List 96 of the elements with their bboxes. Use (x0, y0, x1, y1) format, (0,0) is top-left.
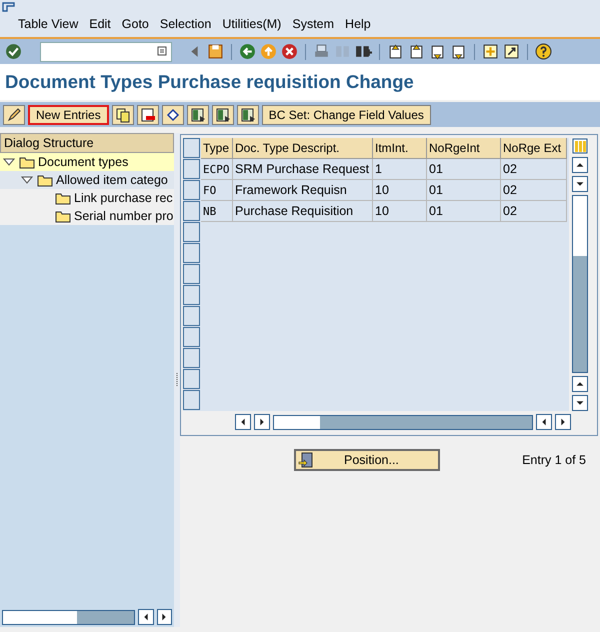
shortcut-icon[interactable] (503, 43, 520, 60)
menu-item[interactable]: Edit (89, 17, 111, 31)
row-selector[interactable] (183, 159, 200, 179)
column-header[interactable]: ItmInt. (373, 138, 427, 159)
scroll-down-button[interactable] (572, 395, 588, 411)
column-header[interactable]: Doc. Type Descript. (233, 138, 373, 159)
collapse-triangle-icon[interactable] (3, 158, 15, 166)
tree-node[interactable]: Allowed item catego (0, 171, 174, 189)
select-block-button[interactable] (212, 104, 234, 124)
scroll-up-button[interactable] (572, 157, 588, 173)
delete-row-icon (140, 106, 156, 122)
entry-count: Entry 1 of 5 (522, 453, 586, 467)
last-page-icon[interactable] (450, 43, 467, 60)
toolbar-button[interactable]: New Entries (28, 104, 109, 124)
tree-node[interactable]: Document types (0, 153, 174, 171)
deselect-button[interactable] (236, 104, 259, 124)
table-cell: 10 (373, 180, 427, 201)
tree-node[interactable]: Serial number pro (0, 207, 174, 225)
delete-row-button[interactable] (136, 104, 159, 124)
row-selector[interactable] (183, 222, 200, 242)
table-cell: 02 (501, 180, 567, 201)
scroll-up-button[interactable] (572, 376, 588, 392)
copy-icon (114, 106, 131, 122)
new-window-icon[interactable] (482, 43, 499, 60)
horizontal-scrollbar[interactable] (273, 414, 533, 430)
deselect-icon (240, 106, 256, 122)
table-cell: 01 (427, 201, 501, 222)
menu-item[interactable]: Help (345, 17, 371, 31)
copy-button[interactable] (112, 104, 134, 124)
scroll-right-button[interactable] (156, 609, 172, 625)
help-icon[interactable] (535, 43, 552, 60)
splitter-handle-icon[interactable] (176, 373, 178, 387)
table-cell: SRM Purchase Request (233, 159, 373, 180)
scroll-left-button[interactable] (235, 414, 251, 430)
menu-item[interactable]: Selection (160, 17, 212, 31)
horizontal-scrollbar[interactable] (2, 610, 136, 624)
table-cell: ECPO (201, 159, 233, 180)
menu-item[interactable]: Utilities(M) (222, 17, 282, 31)
pencil-icon (6, 106, 22, 122)
row-selector[interactable] (183, 264, 200, 284)
pencil-button[interactable] (3, 104, 25, 124)
column-header[interactable]: NoRge Ext (501, 138, 567, 159)
scroll-right-button[interactable] (555, 414, 571, 430)
row-selector[interactable] (183, 348, 200, 368)
table-cell: 02 (501, 159, 567, 180)
row-selector[interactable] (183, 390, 200, 410)
column-header[interactable]: NoRgeInt (427, 138, 501, 159)
row-selector[interactable] (183, 285, 200, 305)
system-menu-icon[interactable] (2, 2, 15, 12)
table-cell: 02 (501, 201, 567, 222)
table-cell: NB (201, 201, 233, 222)
vertical-scrollbar[interactable] (572, 195, 588, 373)
pane-header: Dialog Structure (0, 133, 174, 153)
menu-item[interactable]: Goto (122, 17, 149, 31)
toolbar-button[interactable]: BC Set: Change Field Values (262, 104, 431, 124)
row-selector[interactable] (183, 369, 200, 389)
cancel-icon[interactable] (281, 43, 298, 60)
select-all-cell[interactable] (183, 138, 200, 158)
table-cell: Purchase Requisition (233, 201, 373, 222)
scroll-right-button[interactable] (254, 414, 270, 430)
menu-item[interactable]: Table View (18, 17, 78, 31)
save-icon[interactable] (207, 43, 224, 60)
folder-icon (37, 174, 53, 186)
select-block-icon (214, 106, 231, 122)
column-settings-icon[interactable] (572, 138, 588, 154)
position-icon (298, 452, 314, 468)
table-cell: 10 (373, 201, 427, 222)
table-cell: FO (201, 180, 233, 201)
previous-page-icon[interactable] (408, 43, 425, 60)
row-selector[interactable] (183, 243, 200, 263)
table-cell: Framework Requisn (233, 180, 373, 201)
table-cell: 01 (427, 180, 501, 201)
command-field[interactable] (40, 42, 172, 62)
scroll-down-button[interactable] (572, 176, 588, 192)
check-icon[interactable] (5, 43, 22, 60)
folder-icon (55, 210, 71, 222)
select-all-icon (190, 106, 206, 122)
select-all-button[interactable] (186, 104, 209, 124)
scroll-left-button[interactable] (138, 609, 154, 625)
scroll-left-button[interactable] (536, 414, 552, 430)
table-cell: 01 (427, 159, 501, 180)
row-selector[interactable] (183, 180, 200, 200)
menu-item[interactable]: System (292, 17, 334, 31)
first-page-icon[interactable] (387, 43, 404, 60)
row-selector[interactable] (183, 306, 200, 326)
next-page-icon[interactable] (429, 43, 446, 60)
folder-icon (19, 156, 35, 168)
row-selector[interactable] (183, 327, 200, 347)
collapse-triangle-icon[interactable] (21, 176, 33, 184)
screen-title: Document Types Purchase requisition Change (5, 71, 414, 93)
column-header[interactable]: Type (201, 138, 233, 159)
table-cell: 1 (373, 159, 427, 180)
tree-node[interactable]: Link purchase rec (0, 189, 174, 207)
row-selector[interactable] (183, 201, 200, 221)
position-button[interactable]: Position... (294, 449, 440, 471)
folder-icon (55, 192, 71, 204)
